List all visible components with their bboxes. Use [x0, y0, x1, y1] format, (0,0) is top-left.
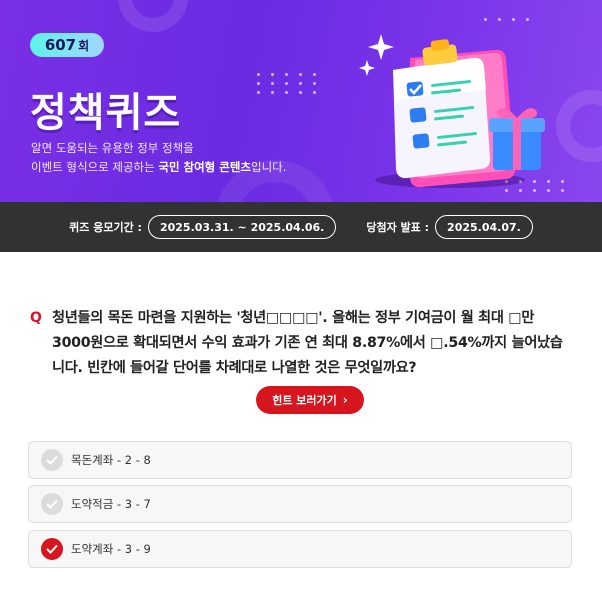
answer-option-label: 목돈계좌 - 2 - 8 — [71, 453, 151, 467]
quiz-period-bar: 퀴즈 응모기간 : 2025.03.31. ~ 2025.04.06. 당첨자 … — [0, 202, 602, 252]
quiz-banner: 607 회 정책퀴즈 알면 도움되는 유용한 정부 정책을 이벤트 형식으로 제… — [0, 0, 602, 202]
banner-desc-line1: 알면 도움되는 유용한 정부 정책을 — [31, 141, 194, 155]
announce-label: 당첨자 발표 : — [366, 221, 430, 234]
answer-option-label: 도약계좌 - 3 - 9 — [71, 542, 151, 556]
hint-button-label: 힌트 보러가기 — [272, 394, 337, 407]
episode-unit: 회 — [78, 38, 90, 53]
check-icon — [41, 538, 63, 560]
decor-dots — [484, 18, 536, 21]
chevron-right-icon: › — [342, 393, 348, 407]
episode-badge: 607 회 — [30, 33, 104, 57]
question-marker: Q — [30, 310, 42, 326]
check-icon — [41, 493, 63, 515]
banner-desc-line2: 이벤트 형식으로 제공하는 국민 참여형 콘텐츠입니다. — [31, 158, 286, 177]
decor-ring — [556, 90, 602, 162]
answer-option-1[interactable]: 목돈계좌 - 2 - 8 — [28, 441, 572, 479]
episode-number: 607 — [44, 36, 77, 54]
hint-button[interactable]: 힌트 보러가기 › — [256, 386, 364, 414]
entry-period-label: 퀴즈 응모기간 : — [69, 221, 142, 234]
answer-option-2[interactable]: 도약적금 - 3 - 7 — [28, 485, 572, 523]
check-icon — [41, 449, 63, 471]
banner-desc-highlight: 국민 참여형 콘텐츠 — [158, 160, 252, 174]
banner-desc-text: 입니다. — [251, 160, 287, 174]
entry-period-value: 2025.03.31. ~ 2025.04.06. — [147, 215, 337, 239]
answer-option-3[interactable]: 도약계좌 - 3 - 9 — [28, 530, 572, 568]
decor-dots — [257, 73, 323, 94]
banner-desc-text: 이벤트 형식으로 제공하는 — [31, 160, 159, 174]
page-title: 정책퀴즈 — [30, 90, 182, 136]
quiz-question: Q 청년들의 목돈 마련을 지원하는 '청년□□□□'. 올해는 정부 기여금이… — [30, 306, 575, 381]
clipboard-checklist-illustration — [359, 34, 545, 188]
answer-option-label: 도약적금 - 3 - 7 — [71, 497, 151, 511]
decor-ring — [118, 0, 188, 32]
question-text: 청년들의 목돈 마련을 지원하는 '청년□□□□'. 올해는 정부 기여금이 월… — [52, 310, 563, 376]
banner-description: 알면 도움되는 유용한 정부 정책을 이벤트 형식으로 제공하는 국민 참여형 … — [31, 139, 286, 177]
announce-date-value: 2025.04.07. — [435, 215, 533, 239]
